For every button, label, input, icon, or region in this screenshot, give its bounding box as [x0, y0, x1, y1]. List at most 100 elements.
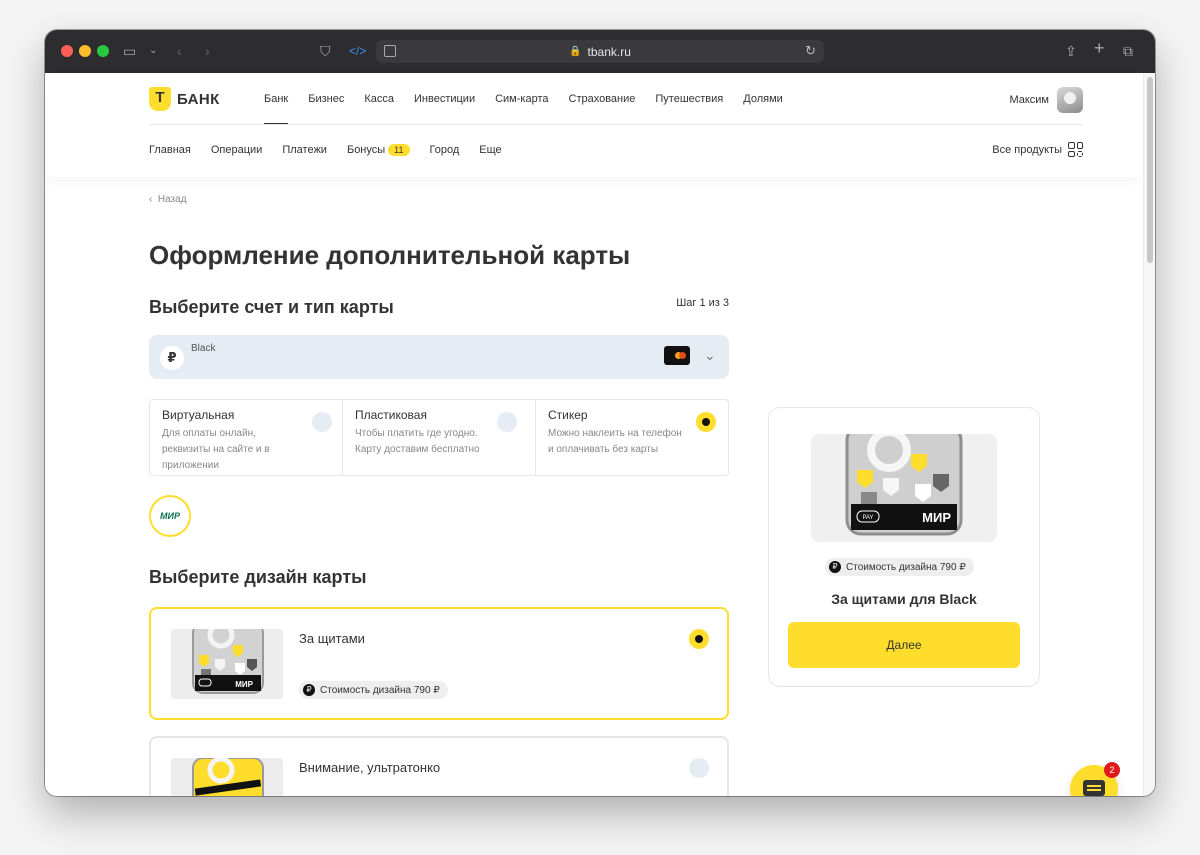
account-select[interactable]: ₽ Black ⌄: [149, 335, 729, 379]
chat-bubble-icon: [1083, 780, 1105, 796]
ruble-icon: ₽: [829, 561, 841, 573]
design-preview-image: [171, 758, 283, 796]
nav-item-bank[interactable]: Банк: [264, 93, 289, 125]
nav-item-business[interactable]: Бизнес: [308, 93, 344, 105]
card-type-title: Стикер: [548, 408, 588, 422]
card-type-virtual[interactable]: Виртуальная Для оплаты онлайн, реквизиты…: [150, 400, 343, 475]
logo-text: БАНК: [177, 90, 220, 108]
subnav-item-city[interactable]: Город: [430, 144, 460, 156]
nav-item-insurance[interactable]: Страхование: [569, 93, 636, 105]
code-icon[interactable]: </>: [349, 42, 366, 60]
summary-price-badge: ₽ Стоимость дизайна 790 ₽: [825, 558, 974, 576]
shield-icon[interactable]: ⛉: [320, 42, 331, 60]
step-indicator: Шаг 1 из 3: [676, 297, 729, 309]
close-window-button[interactable]: [61, 45, 73, 57]
subnav-item-main[interactable]: Главная: [149, 144, 191, 156]
mir-card-brand: МИР: [922, 510, 951, 525]
card-type-plastic[interactable]: Пластиковая Чтобы платить где угодно. Ка…: [343, 400, 536, 475]
card-type-radio[interactable]: [312, 412, 332, 432]
forward-arrow-icon[interactable]: ›: [205, 42, 210, 60]
zoom-window-button[interactable]: [97, 45, 109, 57]
header-divider: [149, 124, 1083, 125]
chat-unread-badge: 2: [1104, 762, 1120, 778]
subnav-item-operations[interactable]: Операции: [211, 144, 262, 156]
site-page: БАНК Банк Бизнес Касса Инвестиции Сим-ка…: [45, 73, 1143, 796]
page-title: Оформление дополнительной карты: [149, 240, 631, 270]
mir-payment-system-option[interactable]: МИР: [149, 495, 191, 537]
reload-icon[interactable]: ↻: [805, 43, 816, 59]
account-name: Black: [191, 343, 216, 354]
chevron-down-icon: ⌄: [704, 347, 716, 363]
card-type-desc: Для оплаты онлайн, реквизиты на сайте и …: [162, 428, 270, 471]
tabs-overview-icon[interactable]: ⧉: [1123, 42, 1133, 60]
card-type-options: Виртуальная Для оплаты онлайн, реквизиты…: [149, 399, 729, 476]
back-label: Назад: [157, 194, 187, 205]
page-scrollbar[interactable]: [1143, 73, 1155, 796]
back-arrow-icon[interactable]: ‹: [177, 42, 182, 60]
svg-text:МИР: МИР: [235, 680, 253, 689]
subnav-item-more[interactable]: Еще: [479, 144, 501, 156]
card-type-desc: Можно наклеить на телефон и оплачивать б…: [548, 428, 682, 455]
nav-item-investments[interactable]: Инвестиции: [414, 93, 475, 105]
back-link[interactable]: ‹ Назад: [149, 194, 187, 205]
all-products-link[interactable]: Все продукты: [992, 142, 1083, 157]
card-thumbnail-icon: [664, 346, 690, 365]
design-radio-selected[interactable]: [689, 629, 709, 649]
products-grid-icon: [1068, 142, 1083, 157]
card-type-desc: Чтобы платить где угодно. Карту доставим…: [355, 428, 480, 455]
nav-item-dolyami[interactable]: Долями: [743, 93, 783, 105]
nav-item-sim[interactable]: Сим-карта: [495, 93, 548, 105]
sidebar-icon[interactable]: ▭: [123, 42, 136, 60]
section-title-account: Выберите счет и тип карты: [149, 297, 394, 317]
design-title: Внимание, ультратонко: [299, 760, 441, 775]
selected-design-preview: PAY МИР: [811, 434, 997, 542]
site-header: БАНК Банк Бизнес Касса Инвестиции Сим-ка…: [45, 73, 1143, 177]
chevron-down-icon[interactable]: ⌄: [149, 42, 157, 60]
minimize-window-button[interactable]: [79, 45, 91, 57]
browser-window: ▭ ⌄ ‹ › ⛉ </> 🔒 tbank.ru ↻ ⇪ + ⧉ БАНК Ба…: [45, 30, 1155, 796]
design-preview-image: МИР: [171, 629, 283, 699]
card-type-title: Виртуальная: [162, 408, 235, 422]
subnav-bonuses-label: Бонусы: [346, 144, 386, 156]
design-radio[interactable]: [689, 758, 709, 778]
share-icon[interactable]: ⇪: [1065, 42, 1077, 60]
tbank-logo[interactable]: БАНК: [149, 87, 220, 111]
nav-item-travel[interactable]: Путешествия: [655, 93, 723, 105]
subnav-item-bonuses[interactable]: Бонусы 11: [347, 144, 410, 156]
chevron-left-icon: ‹: [149, 194, 158, 205]
order-summary-card: PAY МИР ₽ Стоимость дизайна 790 ₽ За щит…: [768, 407, 1040, 687]
user-menu[interactable]: Максим: [1009, 87, 1083, 113]
sub-nav: Главная Операции Платежи Бонусы 11 Город …: [149, 144, 502, 156]
subnav-item-payments[interactable]: Платежи: [282, 144, 327, 156]
card-type-radio-selected[interactable]: [696, 412, 716, 432]
design-price-badge: ₽ Стоимость дизайна 790 ₽: [299, 681, 448, 699]
ruble-icon: ₽: [303, 684, 315, 696]
top-nav: Банк Бизнес Касса Инвестиции Сим-карта С…: [264, 93, 783, 125]
nav-item-kassa[interactable]: Касса: [364, 93, 394, 105]
design-price-text: Стоимость дизайна 790 ₽: [320, 684, 440, 696]
new-tab-icon[interactable]: +: [1094, 39, 1105, 57]
address-bar[interactable]: 🔒 tbank.ru ↻: [376, 40, 824, 63]
ruble-icon: ₽: [160, 346, 184, 370]
bonus-count-badge: 11: [388, 144, 410, 156]
scrollbar-thumb[interactable]: [1147, 77, 1153, 263]
all-products-label: Все продукты: [992, 143, 1062, 156]
design-title: За щитами: [299, 631, 365, 646]
avatar[interactable]: [1057, 87, 1083, 113]
tbank-shield-icon: [149, 87, 171, 111]
pay-label: PAY: [862, 515, 873, 521]
url-text: tbank.ru: [587, 44, 631, 59]
section-title-design: Выберите дизайн карты: [149, 567, 367, 587]
lock-icon: 🔒: [569, 46, 582, 57]
design-option-shields[interactable]: МИР За щитами ₽ Стоимость дизайна 790 ₽: [149, 607, 729, 720]
reader-icon[interactable]: [384, 45, 396, 57]
chat-button[interactable]: 2: [1070, 762, 1120, 796]
card-type-radio[interactable]: [497, 412, 517, 432]
browser-toolbar: ▭ ⌄ ‹ › ⛉ </> 🔒 tbank.ru ↻ ⇪ + ⧉: [45, 30, 1155, 73]
next-button[interactable]: Далее: [788, 622, 1020, 668]
user-name: Максим: [1009, 94, 1049, 106]
design-option-ultrathin[interactable]: Внимание, ультратонко: [149, 736, 729, 796]
card-type-sticker[interactable]: Стикер Можно наклеить на телефон и оплач…: [536, 400, 728, 475]
summary-price-text: Стоимость дизайна 790 ₽: [846, 561, 966, 573]
summary-title: За щитами для Black: [831, 591, 977, 607]
